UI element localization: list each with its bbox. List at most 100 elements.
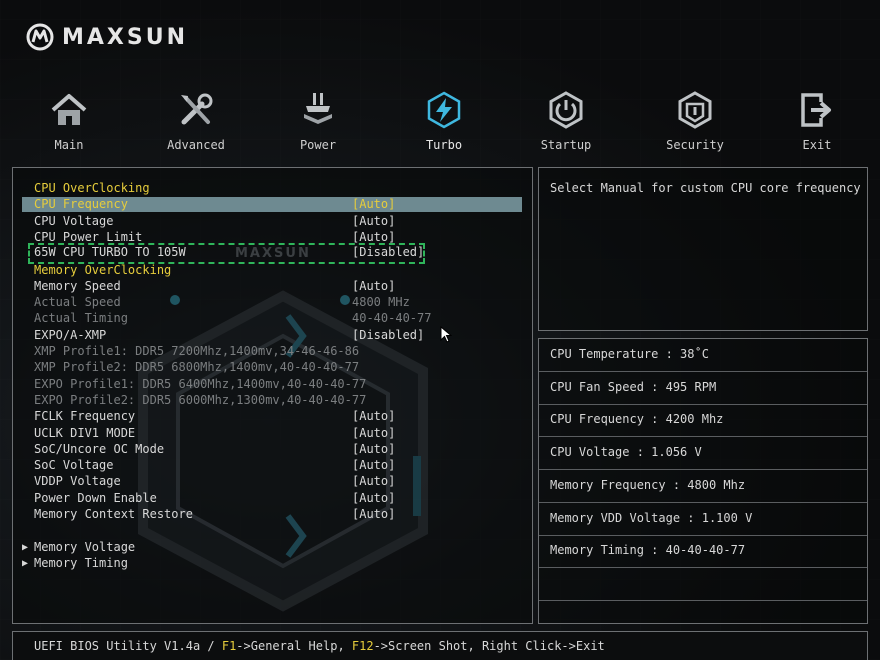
monitor-value: Memory Frequency : 4800 Mhz [550,477,746,492]
setting-row: Actual Speed 4800 MHz [22,295,522,310]
setting-label: XMP Profile1: DDR5 7200Mhz,1400mv,34-46-… [34,344,360,358]
setting-row: Actual Timing 40-40-40-77 [22,311,522,326]
setting-label: CPU Voltage [34,213,114,228]
help-text: Select Manual for custom CPU core freque… [550,181,861,195]
setting-label: EXPO/A-XMP [34,327,107,342]
setting-label: Memory Voltage [34,539,136,554]
section-header: Memory OverClocking [22,263,522,278]
monitor-row: CPU Fan Speed : 495 RPM [539,372,867,405]
status-bar-text: UEFI BIOS Utility V1.4a / F1->General He… [34,639,605,653]
monitor-value: CPU Fan Speed : 495 RPM [550,379,717,394]
monitor-row: Memory Timing : 40-40-40-77 [539,535,867,569]
nav-label: Security [666,138,724,152]
setting-label: Actual Speed [34,295,121,310]
nav-turbo[interactable]: Turbo [389,88,499,158]
setting-row[interactable]: SoC/Uncore OC Mode [Auto] [22,442,522,457]
monitor-row: CPU Temperature : 38˚C [539,339,867,372]
exit-icon [801,93,831,127]
setting-label: UCLK DIV1 MODE [34,425,136,440]
submenu-item[interactable]: ▶ Memory Voltage [22,540,522,555]
setting-row[interactable]: SoC Voltage [Auto] [22,458,522,473]
setting-row[interactable]: Memory Context Restore [Auto] [22,507,522,522]
setting-label: SoC Voltage [34,458,114,473]
maxsun-logo-icon [26,23,54,51]
setting-row[interactable]: CPU Frequency [Auto] [22,197,522,213]
nav-label: Advanced [167,138,225,152]
setting-value: [Auto] [352,474,396,489]
nav-security[interactable]: Security [640,88,750,158]
nav-main[interactable]: Main [14,88,124,158]
startup-icon [549,91,583,129]
mouse-cursor-icon [440,326,452,343]
setting-value: [Disabled] [352,327,425,342]
setting-row[interactable]: Power Down Enable [Auto] [22,491,522,506]
settings-panel: MAXSUN CPU OverClocking CPU Frequency [Aut… [12,167,533,624]
setting-label: EXPO Profile1: DDR5 6400Mhz,1400mv,40-40… [34,376,367,391]
setting-value: 4800 MHz [352,295,410,310]
monitor-value: CPU Frequency : 4200 Mhz [550,412,724,427]
setting-label: CPU Power Limit [34,229,143,244]
nav-exit[interactable]: Exit [762,88,872,158]
nav-advanced[interactable]: Advanced [141,88,251,158]
setting-value: [Disabled] [352,245,425,260]
nav-label: Power [299,138,337,152]
status-prefix: UEFI BIOS Utility V1.4a / [34,639,222,653]
nav-label: Exit [802,138,832,152]
setting-row: XMP Profile2: DDR5 6800Mhz,1400mv,40-40-… [22,360,522,375]
brand-name: MAXSUN [62,24,189,50]
setting-row[interactable]: Memory Speed [Auto] [22,279,522,294]
submenu-item[interactable]: ▶ Memory Timing [22,556,522,571]
top-navigation: Main Advanced Power Turbo Startup Securi… [0,88,880,158]
status-bar: UEFI BIOS Utility V1.4a / F1->General He… [12,631,868,660]
submenu-arrow-icon: ▶ [22,557,29,569]
section-header: CPU OverClocking [22,181,522,196]
monitor-row [539,601,867,634]
setting-row[interactable]: VDDP Voltage [Auto] [22,474,522,489]
setting-label: Memory Context Restore [34,507,193,521]
monitor-value: CPU Temperature : 38˚C [550,347,709,361]
monitor-value: Memory Timing : 40-40-40-77 [550,543,746,558]
setting-label: 65W CPU TURBO TO 105W [34,245,186,260]
setting-value: [Auto] [352,213,396,228]
submenu-arrow-icon: ▶ [22,541,29,553]
setting-label: Actual Timing [34,311,128,326]
screenshot-key-text: ->Screen Shot, Right Click->Exit [373,639,605,653]
setting-value: [Auto] [352,425,396,440]
setting-label: Memory OverClocking [34,262,172,277]
nav-label: Main [54,138,84,152]
screenshot-key: F12 [351,639,374,653]
brand-logo: MAXSUN [26,20,188,54]
setting-row[interactable]: CPU Power Limit [Auto] [22,230,522,245]
monitor-row: Memory VDD Voltage : 1.100 V [539,503,867,536]
setting-label: Power Down Enable [34,490,157,505]
shield-icon [678,91,712,129]
nav-power[interactable]: Power [263,88,373,158]
monitor-row: Memory Frequency : 4800 Mhz [539,470,867,503]
lightning-icon [427,91,461,129]
monitor-value: Memory VDD Voltage : 1.100 V [550,510,753,525]
setting-value: [Auto] [352,409,396,424]
monitor-row [539,568,867,601]
setting-value: [Auto] [352,229,396,244]
setting-value: [Auto] [352,441,396,456]
setting-label: Memory Timing [34,555,128,570]
setting-label: XMP Profile2: DDR5 6800Mhz,1400mv,40-40-… [34,360,360,375]
monitor-row: CPU Frequency : 4200 Mhz [539,404,867,438]
setting-row[interactable]: UCLK DIV1 MODE [Auto] [22,426,522,441]
nav-label: Turbo [425,138,463,152]
hardware-monitor-panel: CPU Temperature : 38˚C CPU Fan Speed : 49… [538,338,868,634]
setting-row: EXPO Profile2: DDR5 6000Mhz,1300mv,40-40… [22,393,522,408]
nav-startup[interactable]: Startup [511,88,621,158]
setting-label: VDDP Voltage [34,474,121,489]
setting-row[interactable]: 65W CPU TURBO TO 105W [Disabled] [28,243,425,265]
setting-row[interactable]: CPU Voltage [Auto] [22,214,522,229]
setting-label: EXPO Profile2: DDR5 6000Mhz,1300mv,40-40… [34,392,367,407]
setting-label: FCLK Frequency [34,409,136,424]
setting-label: CPU OverClocking [34,181,150,195]
setting-value: 40-40-40-77 [352,311,432,326]
tools-icon [181,93,213,125]
nav-label: Startup [540,138,592,152]
setting-row[interactable]: FCLK Frequency [Auto] [22,409,522,424]
monitor-value: CPU Voltage : 1.056 V [550,445,702,460]
setting-label: SoC/Uncore OC Mode [34,441,165,456]
